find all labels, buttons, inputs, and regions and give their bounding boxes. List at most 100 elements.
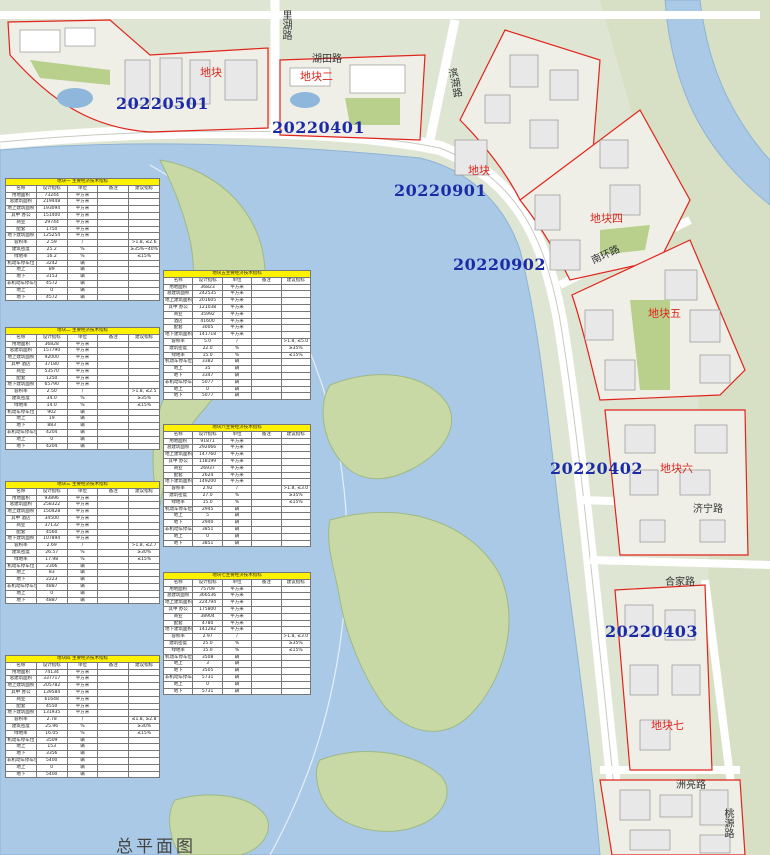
table-cell: 辆	[66, 569, 99, 578]
table-cell	[97, 245, 130, 254]
table-cell: 绿地率	[5, 729, 37, 738]
table-cell	[97, 273, 130, 281]
table-cell: 平方米	[66, 198, 99, 207]
table-cell: 17.98	[35, 555, 68, 564]
building	[349, 64, 406, 94]
table-cell: %	[221, 491, 253, 500]
table-cell	[280, 667, 312, 675]
table-cell: 地上建筑面积	[5, 682, 37, 690]
table-cell: 平方米	[221, 290, 253, 299]
parcel-code: 20220403	[605, 622, 699, 641]
table-cell	[97, 514, 130, 523]
table-cell: ≤15%	[128, 555, 160, 564]
table-cell: 337717	[35, 675, 68, 684]
table-cell: 地下	[162, 519, 194, 527]
table-cell: 辆	[66, 279, 99, 288]
table-cell: 平方米	[221, 331, 253, 339]
table-cell	[251, 525, 282, 534]
table-cell: 4550	[35, 702, 68, 711]
table-row: 商业 37132 平方米	[5, 521, 160, 530]
table-cell: 3242	[35, 259, 68, 268]
table-cell: 地下	[162, 667, 194, 675]
table-row: 总建筑面积 337717 平方米	[5, 675, 160, 684]
table-cell: 16.2	[35, 252, 68, 261]
table-cell: 平方米	[221, 626, 253, 635]
table-cell: 902	[35, 408, 68, 417]
table-cell: 地上建筑面积	[5, 508, 37, 516]
table-cell: 辆	[221, 673, 253, 682]
table-row: 地上 19 辆	[5, 415, 160, 424]
plot-label: 地块	[468, 164, 490, 177]
table-row: 地下 5731 辆	[162, 687, 312, 696]
table-cell	[97, 225, 130, 234]
table-cell: ≤15%	[280, 351, 312, 360]
table-title: 地块七主要经济技术指标	[163, 572, 311, 580]
table-row: 地下建筑面积 149200 平方米	[162, 478, 312, 487]
table-row: 机动车停车位 2945 辆	[162, 505, 312, 514]
table-header-cell: 单位	[221, 430, 253, 439]
table-cell	[97, 428, 130, 437]
table-cell: 其中 办公	[5, 688, 37, 697]
table-cell: 37132	[35, 521, 68, 530]
table-row: 其中 办公 121038 平方米	[162, 303, 312, 312]
table-row: 用地面积 93896 平方米	[5, 494, 160, 503]
table-cell: 5077	[192, 378, 223, 387]
pond	[57, 88, 93, 108]
table-cell: 其中 酒店	[5, 514, 37, 523]
table-cell: %	[221, 646, 253, 655]
table-cell: 地下建筑面积	[162, 478, 194, 487]
table-row: 建筑密度 27.0% ≥35%	[162, 491, 312, 500]
table-row: 机动车停车位 3242 辆	[5, 259, 160, 268]
table-cell: 平方米	[221, 324, 253, 333]
table-cell	[128, 682, 160, 690]
table-cell	[280, 310, 312, 319]
road-label: 桃源路	[722, 808, 733, 838]
table-cell	[128, 695, 160, 704]
table-cell	[97, 688, 130, 697]
table-row: 地下 2940 辆	[162, 519, 312, 527]
table-cell: 其中 酒店	[5, 360, 37, 369]
table-cell: 22.0	[192, 344, 223, 353]
table-cell: 用地面积	[162, 437, 194, 446]
table-cell: 地上建筑面积	[162, 599, 194, 607]
table-cell: 3851	[192, 525, 223, 534]
table-cell: 辆	[66, 743, 99, 752]
table-cell	[97, 354, 130, 362]
table-cell: 153	[35, 743, 68, 752]
table-cell	[251, 444, 282, 453]
table-cell	[128, 279, 160, 288]
table-cell: %	[221, 639, 253, 648]
table-cell: 4560	[35, 528, 68, 537]
table-row: 总建筑面积 157790 平方米	[5, 347, 160, 356]
table-row: 地下建筑面积 131935 平方米	[5, 709, 160, 718]
table-cell	[280, 687, 312, 696]
table-cell	[280, 331, 312, 339]
table-cell: 地下建筑面积	[5, 232, 37, 241]
table-cell	[128, 508, 160, 516]
table-cell: 平方米	[66, 218, 99, 227]
table-cell	[280, 283, 312, 292]
table-row: 商业 53570 平方米	[5, 367, 160, 376]
table-title: 地块六主要经济技术指标	[163, 424, 311, 432]
table-cell: 0	[192, 680, 223, 689]
table-cell: 5	[192, 512, 223, 521]
table-cell: 34.0	[35, 394, 68, 403]
table-header-cell: 备注	[251, 430, 282, 439]
building	[664, 269, 698, 301]
table-row: 地下 883 辆	[5, 422, 160, 430]
indicator-table-plot-5: 地块五主要经济技术指标 名称 设计指标 单位 备注 建议指标 用地面积 36823 平方米 总建筑…	[162, 270, 312, 401]
table-cell: 机动车停车位	[5, 562, 37, 571]
building	[19, 29, 61, 53]
table-cell	[97, 347, 130, 356]
table-cell	[128, 266, 160, 275]
table-cell: >1.8, ≤2.5	[128, 388, 160, 396]
table-cell	[97, 695, 130, 704]
table-cell: 建筑密度	[162, 639, 194, 648]
table-cell: 总建筑面积	[5, 347, 37, 356]
table-header-cell: 建议指标	[280, 578, 312, 587]
table-cell: 建筑密度	[5, 394, 37, 403]
table-cell	[251, 653, 282, 662]
table-cell: %	[221, 344, 253, 353]
table-cell: 商业	[5, 218, 37, 227]
table-cell	[251, 599, 282, 607]
